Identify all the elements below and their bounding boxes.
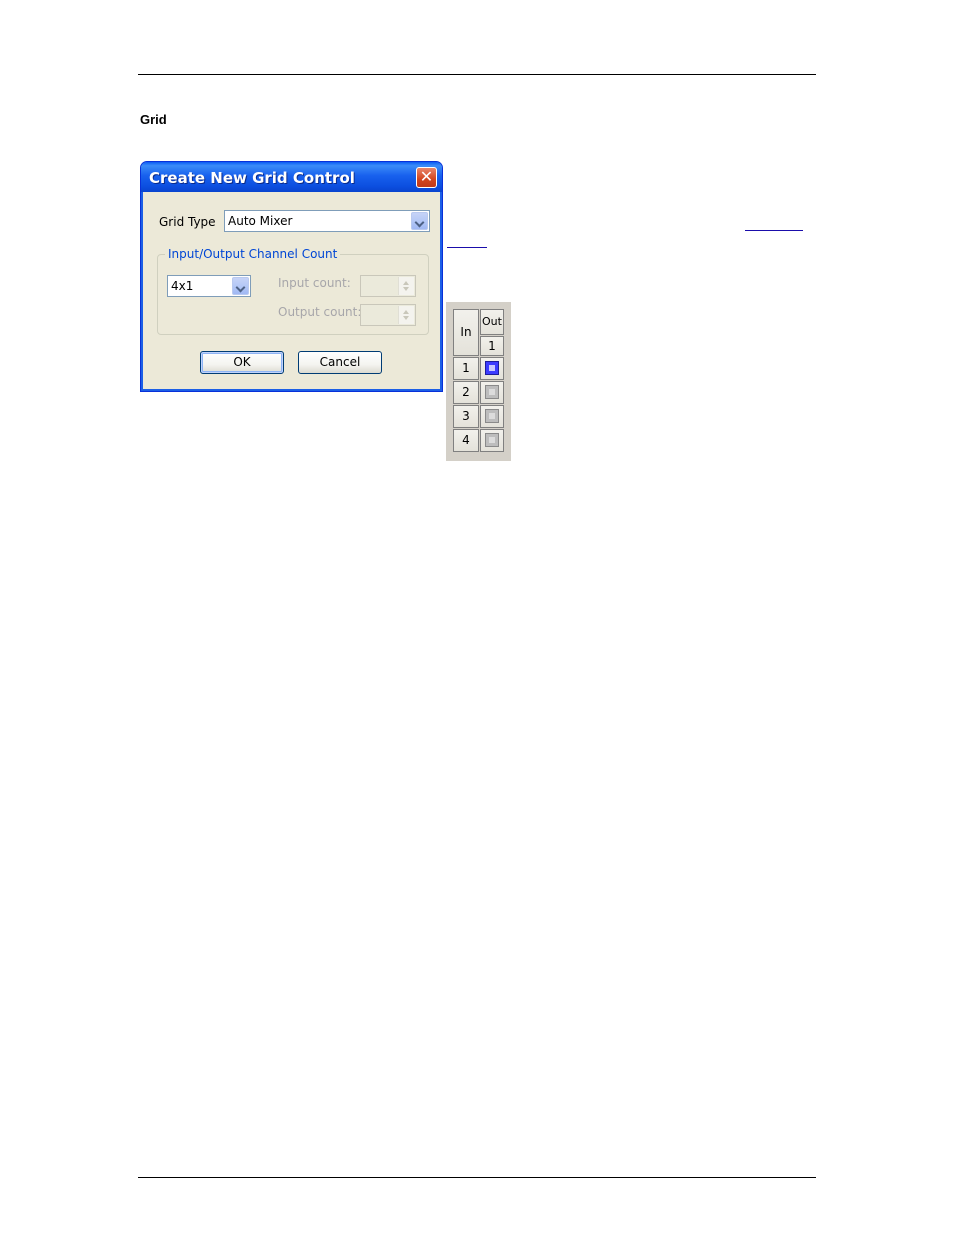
chevron-down-icon[interactable] xyxy=(232,277,249,295)
out-header: Out xyxy=(480,309,504,335)
grid-preview: In Out 1 1 2 3 4 xyxy=(446,302,511,461)
grid-type-select[interactable]: Auto Mixer xyxy=(224,210,430,232)
spinner-arrows-icon[interactable] xyxy=(398,306,414,324)
input-row-label: 1 xyxy=(453,357,479,380)
crosspoint-cell[interactable] xyxy=(480,405,504,428)
crosspoint-inactive-icon xyxy=(485,409,499,423)
output-count-spinner[interactable] xyxy=(360,304,416,326)
create-grid-dialog: Create New Grid Control ✕ Grid Type Auto… xyxy=(140,161,443,392)
input-row-label: 2 xyxy=(453,381,479,404)
grid-type-label: Grid Type xyxy=(159,215,216,229)
crosspoint-cell[interactable] xyxy=(480,357,504,380)
footer-rule xyxy=(138,1177,816,1178)
channel-count-group-title: Input/Output Channel Count xyxy=(165,247,341,261)
output-count-label: Output count: xyxy=(278,305,362,319)
ok-button[interactable]: OK xyxy=(200,351,284,374)
close-icon: ✕ xyxy=(419,167,434,186)
header-rule xyxy=(138,74,816,75)
spinner-arrows-icon[interactable] xyxy=(398,277,414,295)
dialog-title: Create New Grid Control xyxy=(149,169,355,187)
section-heading: Grid xyxy=(140,112,167,127)
link-underline[interactable] xyxy=(745,230,803,231)
crosspoint-inactive-icon xyxy=(485,385,499,399)
input-count-label: Input count: xyxy=(278,276,351,290)
chevron-down-icon[interactable] xyxy=(411,212,428,230)
link-underline[interactable] xyxy=(447,247,487,248)
crosspoint-cell[interactable] xyxy=(480,429,504,452)
dialog-titlebar[interactable]: Create New Grid Control ✕ xyxy=(141,162,442,192)
in-header: In xyxy=(453,309,479,356)
crosspoint-active-icon xyxy=(485,361,499,375)
crosspoint-inactive-icon xyxy=(485,433,499,447)
input-row-label: 3 xyxy=(453,405,479,428)
channel-count-value: 4x1 xyxy=(171,279,194,293)
input-count-spinner[interactable] xyxy=(360,275,416,297)
channel-count-select[interactable]: 4x1 xyxy=(167,275,251,297)
cancel-button[interactable]: Cancel xyxy=(298,351,382,374)
close-button[interactable]: ✕ xyxy=(416,167,437,188)
grid-type-value: Auto Mixer xyxy=(228,214,293,228)
input-row-label: 4 xyxy=(453,429,479,452)
output-column-header: 1 xyxy=(480,336,504,356)
crosspoint-cell[interactable] xyxy=(480,381,504,404)
